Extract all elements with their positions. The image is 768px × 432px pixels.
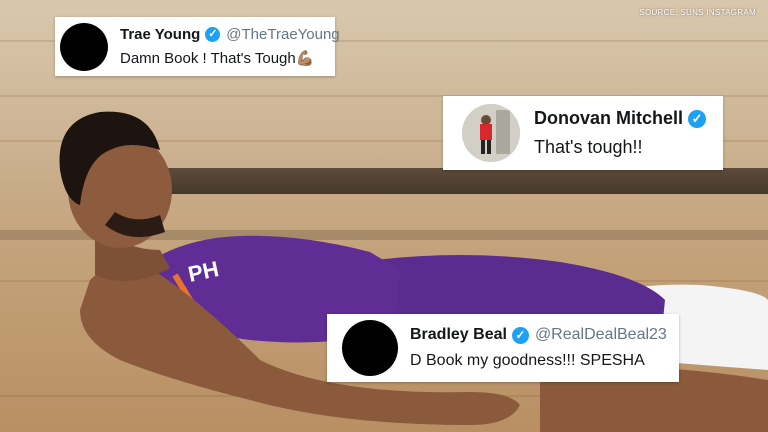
user-handle[interactable]: @TheTraeYoung — [226, 26, 339, 43]
tweet-text: That's tough!! — [534, 137, 643, 157]
tweet-header: Bradley Beal ✓ @RealDealBeal23 — [410, 326, 667, 344]
avatar[interactable] — [342, 320, 398, 376]
display-name[interactable]: Bradley Beal — [410, 326, 507, 344]
source-credit: SOURCE: SUNS INSTAGRAM — [639, 8, 756, 17]
verified-badge-icon: ✓ — [688, 109, 707, 128]
display-name[interactable]: Donovan Mitchell — [534, 108, 683, 129]
avatar-photo — [462, 104, 520, 162]
tweet-text-row: Damn Book ! That's Tough💪🏽 — [120, 49, 340, 67]
tweet-card-bradley-beal[interactable]: Bradley Beal ✓ @RealDealBeal23 D Book my… — [327, 314, 679, 382]
tweet-header: Trae Young ✓ @TheTraeYoung — [120, 26, 340, 43]
avatar[interactable] — [462, 104, 520, 162]
tweet-header: Donovan Mitchell ✓ — [534, 108, 707, 129]
tweet-body: Trae Young ✓ @TheTraeYoung Damn Book ! T… — [120, 26, 340, 67]
avatar[interactable] — [60, 22, 108, 71]
tweet-card-donovan-mitchell[interactable]: Donovan Mitchell ✓ That's tough!! — [443, 96, 723, 170]
tweet-card-trae-young[interactable]: Trae Young ✓ @TheTraeYoung Damn Book ! T… — [55, 17, 340, 76]
tweet-body: Donovan Mitchell ✓ That's tough!! — [534, 108, 707, 158]
verified-badge-icon: ✓ — [511, 326, 529, 344]
flexed-biceps-icon: 💪🏽 — [295, 50, 315, 67]
tweet-text: D Book my goodness!!! SPESHA — [410, 352, 645, 369]
verified-badge-icon: ✓ — [205, 27, 221, 42]
tweet-body: Bradley Beal ✓ @RealDealBeal23 D Book my… — [410, 326, 667, 370]
user-handle[interactable]: @RealDealBeal23 — [535, 326, 667, 344]
tweet-text: Damn Book ! That's Tough — [120, 50, 296, 67]
photo-background: PH SOURCE: SUNS INSTAGRAM Trae Young ✓ @… — [0, 0, 768, 432]
display-name[interactable]: Trae Young — [120, 26, 200, 43]
